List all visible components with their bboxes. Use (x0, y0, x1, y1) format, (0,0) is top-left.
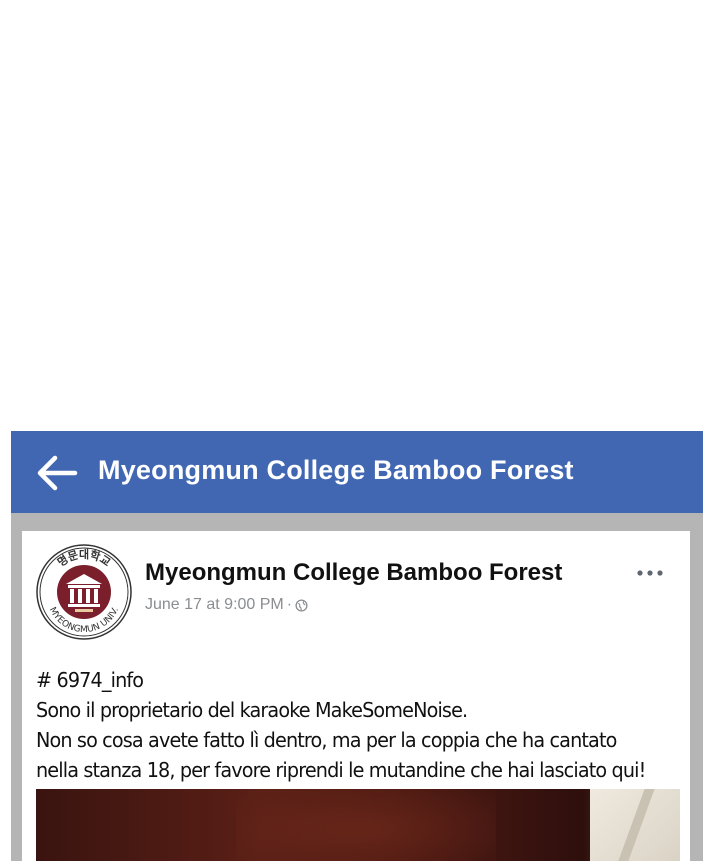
post-hashtag[interactable]: # 6974_info (36, 665, 660, 695)
post-text-line: nella stanza 18, per favore riprendi le … (36, 758, 646, 782)
more-options-button[interactable] (632, 561, 668, 585)
avatar[interactable]: 명문대학교 MYEONGMUN UNIV. (35, 543, 133, 641)
university-seal: 명문대학교 MYEONGMUN UNIV. (36, 544, 132, 640)
more-horizontal-icon (637, 570, 663, 576)
post-timestamp[interactable]: June 17 at 9:00 PM (145, 596, 284, 614)
back-button[interactable] (35, 453, 79, 493)
post-text-line: Non so cosa avete fatto lì dentro, ma pe… (36, 728, 617, 752)
post-card: 명문대학교 MYEONGMUN UNIV. Myeongmun College … (22, 531, 690, 861)
app-bar: Myeongmun College Bamboo Forest (11, 431, 703, 513)
globe-icon (295, 598, 308, 612)
post-photo[interactable] (36, 789, 680, 861)
photo-shading (236, 789, 496, 861)
arrow-left-icon (37, 455, 78, 491)
post-text: # 6974_info Sono il proprietario del kar… (36, 665, 660, 785)
post-meta: June 17 at 9:00 PM · (145, 596, 308, 614)
phone-screen: Myeongmun College Bamboo Forest 명문대학교 MY… (11, 431, 703, 861)
meta-separator: · (286, 596, 293, 613)
post-text-line: Sono il proprietario del karaoke MakeSom… (36, 698, 468, 722)
post-page-name[interactable]: Myeongmun College Bamboo Forest (145, 559, 562, 587)
page-title: Myeongmun College Bamboo Forest (98, 455, 574, 485)
